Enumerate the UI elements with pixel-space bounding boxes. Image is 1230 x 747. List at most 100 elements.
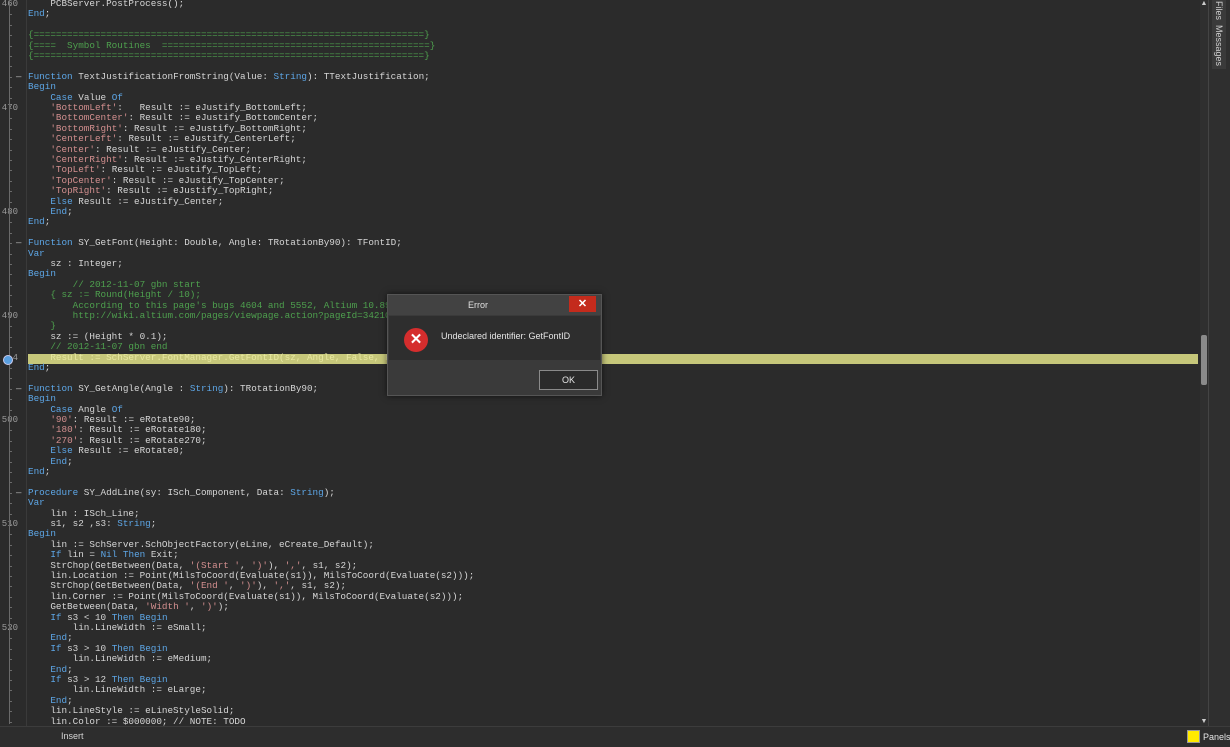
code-token: lin.LineWidth := eSmall; bbox=[28, 622, 207, 633]
dialog-close-button[interactable]: ✕ bbox=[569, 296, 596, 312]
fold-tick bbox=[9, 690, 12, 692]
fold-tick bbox=[9, 700, 12, 702]
code-token: Then bbox=[122, 549, 146, 561]
fold-tick bbox=[9, 295, 12, 297]
code-token: ; bbox=[44, 466, 51, 477]
code-token: Begin bbox=[28, 268, 56, 280]
fold-tick bbox=[9, 586, 12, 588]
fold-tick bbox=[9, 128, 12, 130]
files-panel-tab[interactable]: Files bbox=[1212, 0, 1226, 24]
code-token: Then bbox=[111, 642, 135, 654]
code-token: ; bbox=[67, 694, 73, 706]
status-bar: Insert Panels bbox=[0, 726, 1230, 747]
code-token: : Result := eJustify_BottomCenter; bbox=[128, 112, 319, 124]
fold-tick bbox=[9, 492, 12, 494]
dialog-title-bar[interactable]: Error ✕ bbox=[388, 295, 601, 315]
code-token: , bbox=[240, 559, 252, 571]
code-token: ), bbox=[256, 580, 274, 592]
code-token: sz := (Height * 0.1); bbox=[28, 330, 168, 342]
scroll-up-icon[interactable]: ▲ bbox=[1200, 0, 1208, 8]
panels-label: Panels bbox=[1203, 731, 1230, 742]
error-x-icon: ✕ bbox=[404, 328, 428, 352]
code-token: Var bbox=[28, 497, 45, 509]
current-line-marker-icon[interactable] bbox=[3, 355, 13, 365]
code-token: Function bbox=[28, 382, 73, 394]
fold-tick bbox=[9, 108, 12, 109]
ok-button[interactable]: OK bbox=[539, 370, 598, 390]
code-token: : Result := eJustify_BottomRight; bbox=[122, 122, 307, 134]
code-line[interactable]: Function SY_GetFont(Height: Double, Angl… bbox=[28, 237, 402, 248]
fold-tick bbox=[9, 14, 12, 16]
code-token: {==== Symbol Routines ==================… bbox=[28, 39, 436, 51]
code-token: : Result := eJustify_TopCenter; bbox=[111, 174, 285, 186]
code-line[interactable]: Procedure SY_AddLine(sy: ISch_Component,… bbox=[28, 487, 335, 498]
code-line[interactable]: http://wiki.altium.com/pages/viewpage.ac… bbox=[28, 310, 391, 321]
code-token: sz : Integer; bbox=[28, 258, 123, 269]
fold-tick bbox=[9, 232, 12, 234]
fold-tick bbox=[9, 638, 12, 640]
fold-tick bbox=[9, 409, 12, 411]
fold-tick bbox=[9, 420, 12, 421]
fold-tick bbox=[9, 576, 12, 577]
code-line[interactable]: {=======================================… bbox=[28, 50, 430, 61]
fold-collapse-icon[interactable]: — bbox=[16, 384, 21, 394]
fold-collapse-icon[interactable]: — bbox=[16, 488, 21, 498]
fold-collapse-icon[interactable]: — bbox=[16, 72, 21, 82]
code-token: End bbox=[50, 455, 68, 467]
code-token: ; bbox=[67, 455, 73, 467]
fold-collapse-icon[interactable]: — bbox=[16, 238, 21, 248]
code-token: s1, s2 ,s3: bbox=[28, 518, 118, 529]
code-token: 'Width ' bbox=[145, 601, 190, 613]
code-token: Value bbox=[72, 91, 112, 103]
code-token: 'TopLeft' bbox=[50, 164, 101, 176]
code-token: // 2012-11-07 gbn end bbox=[28, 341, 168, 353]
scroll-down-icon[interactable]: ▼ bbox=[1200, 718, 1208, 726]
code-line[interactable]: Function SY_GetAngle(Angle : String): TR… bbox=[28, 382, 318, 394]
fold-tick bbox=[9, 56, 12, 57]
code-token: ')' bbox=[240, 580, 257, 592]
fold-tick bbox=[9, 316, 12, 317]
fold-tick bbox=[9, 451, 12, 453]
code-token: ; bbox=[67, 663, 73, 675]
code-token: '180' bbox=[50, 424, 79, 436]
code-token: : Result := eJustify_TopLeft; bbox=[100, 164, 263, 176]
code-line[interactable]: Result := SchServer.FontManager.GetFontI… bbox=[28, 352, 390, 363]
code-token: : Result := eJustify_BottomLeft; bbox=[117, 102, 307, 113]
code-token: String bbox=[273, 70, 307, 82]
insert-mode-indicator: Insert bbox=[61, 731, 84, 741]
code-token: : Result := eRotate90; bbox=[72, 414, 196, 425]
fold-tick bbox=[9, 607, 12, 609]
side-panel-tabs: Files Messages bbox=[1208, 0, 1230, 726]
code-token: Exit; bbox=[145, 549, 179, 561]
code-token: , bbox=[228, 580, 241, 592]
code-line[interactable]: End; bbox=[28, 362, 50, 373]
fold-tick bbox=[9, 201, 12, 203]
code-token: ; bbox=[150, 518, 157, 529]
panels-button[interactable]: Panels bbox=[1187, 729, 1230, 744]
code-line[interactable]: PCBServer.PostProcess(); bbox=[28, 0, 184, 9]
code-line[interactable]: End; bbox=[28, 9, 50, 19]
fold-tick bbox=[9, 160, 12, 161]
messages-panel-tab[interactable]: Messages bbox=[1212, 22, 1226, 70]
scrollbar-thumb[interactable] bbox=[1201, 335, 1207, 385]
code-token: lin = bbox=[61, 549, 101, 561]
code-token: : Result := eJustify_CenterLeft; bbox=[117, 133, 296, 145]
code-line[interactable]: End; bbox=[28, 217, 50, 227]
code-token: '(End ' bbox=[189, 580, 229, 592]
vertical-scrollbar[interactable]: ▲ ▼ bbox=[1200, 0, 1208, 726]
code-line[interactable]: lin.Color := $000000; // NOTE: TODO bbox=[28, 716, 245, 726]
fold-tick bbox=[9, 149, 12, 151]
code-line[interactable]: End; bbox=[28, 466, 51, 477]
code-line[interactable]: Function TextJustificationFromString(Val… bbox=[28, 70, 430, 82]
code-token: Nil bbox=[100, 549, 118, 561]
